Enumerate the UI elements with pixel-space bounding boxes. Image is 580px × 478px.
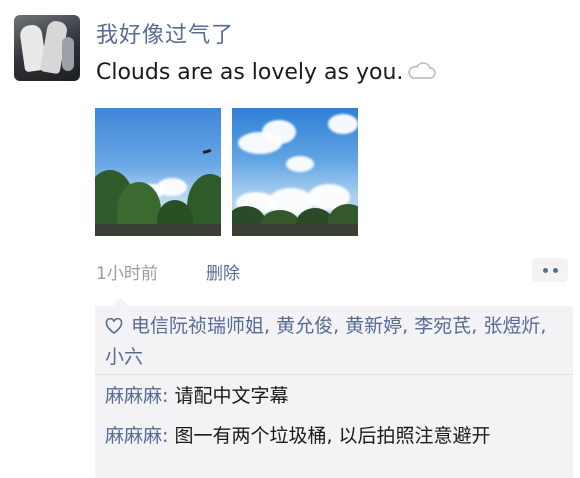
caption-text: Clouds are as lovely as you. — [96, 60, 404, 85]
post-photo-2[interactable] — [232, 108, 358, 236]
comment-author[interactable]: 麻麻麻 — [105, 425, 162, 447]
post-time: 1小时前 — [96, 264, 158, 284]
comment-text: 图一有两个垃圾桶, 以后拍照注意避开 — [174, 425, 491, 447]
comment-text: 请配中文字幕 — [174, 385, 289, 407]
divider — [95, 374, 573, 375]
comment[interactable]: 麻麻麻: 图一有两个垃圾桶, 以后拍照注意避开 — [105, 422, 567, 451]
more-options-button[interactable] — [532, 258, 568, 282]
comment-separator: : — [162, 425, 175, 447]
post-caption: Clouds are as lovely as you. — [96, 60, 437, 86]
delete-link[interactable]: 删除 — [206, 259, 240, 284]
likes-list: 电信阮祯瑞师姐, 黄允俊, 黄新婷, 李宛芪, 张煜炘, 小六 — [105, 312, 565, 372]
interaction-panel: 电信阮祯瑞师姐, 黄允俊, 黄新婷, 李宛芪, 张煜炘, 小六 麻麻麻: 请配中… — [95, 298, 573, 478]
cloud-icon — [406, 61, 437, 86]
avatar[interactable] — [14, 15, 80, 81]
comment[interactable]: 麻麻麻: 请配中文字幕 — [105, 382, 567, 411]
author-name[interactable]: 我好像过气了 — [96, 17, 234, 49]
comment-author[interactable]: 麻麻麻 — [105, 385, 162, 407]
more-icon — [542, 267, 548, 273]
comment-separator: : — [162, 385, 175, 407]
heart-icon — [105, 314, 123, 343]
likes-names[interactable]: 电信阮祯瑞师姐, 黄允俊, 黄新婷, 李宛芪, 张煜炘, 小六 — [105, 315, 546, 368]
post-photo-1[interactable] — [95, 108, 221, 236]
